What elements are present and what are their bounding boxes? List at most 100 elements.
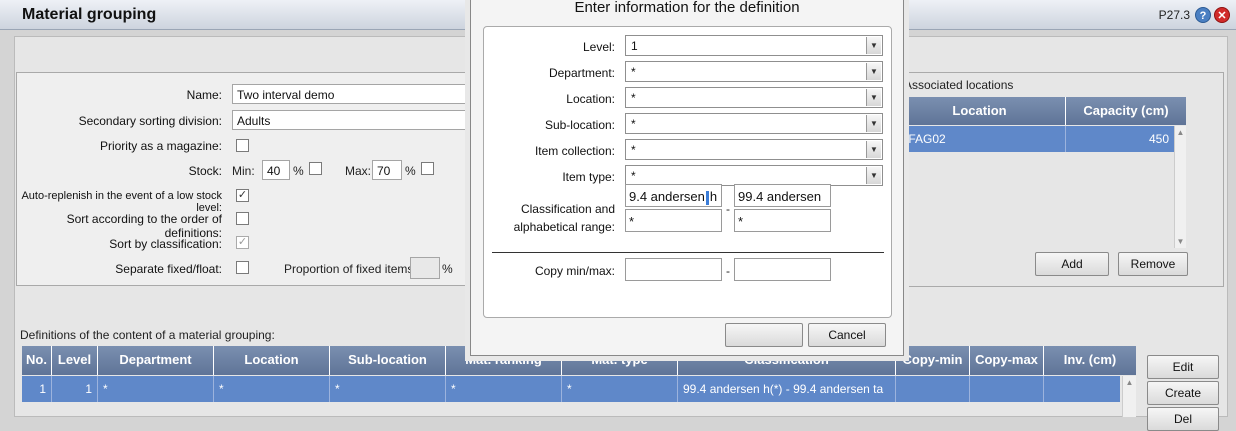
remove-location-button[interactable]: Remove [1118, 252, 1188, 276]
location-select[interactable]: * ▼ [625, 87, 883, 108]
column-sub-location[interactable]: Sub-location [330, 346, 446, 375]
column-capacity[interactable]: Capacity (cm) [1066, 97, 1186, 125]
column-inv[interactable]: Inv. (cm) [1044, 346, 1136, 375]
chevron-down-icon[interactable]: ▼ [866, 167, 881, 184]
col6-cell: * [446, 376, 562, 402]
stock-label: Stock: [188, 164, 222, 178]
locations-scrollbar[interactable]: ▲ ▼ [1174, 126, 1186, 248]
separate-checkbox[interactable] [236, 261, 249, 274]
sub-location-select[interactable]: * ▼ [625, 113, 883, 134]
dialog-content: Level: 1 ▼ Department: * ▼ Location: * ▼ Su… [483, 26, 892, 318]
copy-minmax-label: Copy min/max: [534, 264, 615, 278]
table-row[interactable]: 1 1 * * * * * 99.4 andersen h(*) - 99.4 … [22, 376, 1120, 402]
priority-checkbox[interactable] [236, 139, 249, 152]
item-collection-value: * [631, 143, 636, 157]
classification-from-suffix: h [709, 189, 718, 204]
locations-title: Associated locations [904, 78, 1014, 92]
classification-to-input[interactable]: 99.4 andersen [734, 184, 831, 207]
column-no[interactable]: No. [22, 346, 52, 375]
min-checkbox[interactable] [309, 162, 322, 175]
version-label: P27.3 [1158, 8, 1190, 22]
department-cell: * [98, 376, 214, 402]
proportion-input[interactable] [410, 257, 440, 279]
separate-label: Separate fixed/float: [115, 262, 222, 276]
sub-location-cell: * [330, 376, 446, 402]
scroll-up-icon[interactable]: ▲ [1123, 378, 1136, 387]
chevron-down-icon[interactable]: ▼ [866, 89, 881, 106]
secondary-sorting-label: Secondary sorting division: [78, 114, 222, 128]
column-level[interactable]: Level [52, 346, 98, 375]
sort-definitions-label: Sort according to the order of definitio… [66, 212, 222, 240]
copy-dash: - [726, 264, 730, 278]
add-location-button[interactable]: Add [1035, 252, 1109, 276]
chevron-down-icon[interactable]: ▼ [866, 63, 881, 80]
classification-label-line2: alphabetical range: [513, 220, 615, 234]
cancel-button[interactable]: Cancel [808, 323, 886, 347]
close-icon[interactable]: ✕ [1214, 7, 1230, 23]
stock-max-input[interactable]: 70 [372, 160, 402, 180]
delete-button[interactable]: Del [1147, 407, 1219, 431]
chevron-down-icon[interactable]: ▼ [866, 141, 881, 158]
copy-max-input[interactable] [734, 258, 831, 281]
dialog-title: Enter information for the definition [574, 0, 800, 16]
properties-panel [16, 72, 476, 286]
classification-label: Classification and alphabetical range: [484, 202, 615, 234]
sort-definitions-checkbox[interactable] [236, 212, 249, 225]
level-select[interactable]: 1 ▼ [625, 35, 883, 56]
table-row[interactable]: ØFAG02 450 [894, 126, 1174, 152]
ok-button[interactable] [725, 323, 803, 347]
help-icon[interactable]: ? [1195, 7, 1211, 23]
auto-replenish-checkbox[interactable]: ✓ [236, 189, 249, 202]
column-copy-max[interactable]: Copy-max [970, 346, 1044, 375]
item-collection-select[interactable]: * ▼ [625, 139, 883, 160]
classification-dash: - [726, 202, 730, 216]
column-copy-min[interactable]: Copy-min [896, 346, 970, 375]
sub-location-value: * [631, 117, 636, 131]
column-department[interactable]: Department [98, 346, 214, 375]
location-cell: ØFAG02 [894, 126, 1066, 152]
dialog-divider [492, 252, 884, 253]
level-cell: 1 [52, 376, 98, 402]
min-percent: % [293, 164, 304, 178]
classification-from-input[interactable]: 9.4 andersen h [625, 184, 722, 207]
level-value: 1 [631, 39, 638, 53]
department-label: Department: [548, 66, 615, 80]
col7-cell: * [562, 376, 678, 402]
classification-from-value: 9.4 andersen [629, 189, 705, 204]
classification-cell: 99.4 andersen h(*) - 99.4 andersen ta [678, 376, 896, 402]
copy-min-input[interactable] [625, 258, 722, 281]
copy-max-cell [970, 376, 1044, 402]
item-collection-label: Item collection: [534, 144, 615, 158]
auto-replenish-label: Auto-replenish in the event of a low sto… [21, 190, 222, 214]
chevron-down-icon[interactable]: ▼ [866, 115, 881, 132]
level-label: Level: [582, 40, 615, 54]
chevron-down-icon[interactable]: ▼ [866, 37, 881, 54]
inv-cell [1044, 376, 1120, 402]
item-type-select[interactable]: * ▼ [625, 165, 883, 186]
no-cell: 1 [22, 376, 52, 402]
definitions-scrollbar[interactable]: ▲ [1122, 376, 1136, 417]
priority-label: Priority as a magazine: [99, 139, 222, 153]
sort-classification-label: Sort by classification: [109, 237, 222, 251]
scroll-up-icon[interactable]: ▲ [1175, 128, 1186, 137]
proportion-percent: % [442, 262, 453, 276]
stock-min-input[interactable]: 40 [262, 160, 290, 180]
alphabetical-to-input[interactable]: * [734, 209, 831, 232]
location-label: Location: [566, 92, 615, 106]
capacity-cell: 450 [1148, 132, 1169, 146]
max-checkbox[interactable] [421, 162, 434, 175]
create-button[interactable]: Create [1147, 381, 1219, 405]
location-cell: * [214, 376, 330, 402]
classification-label-line1: Classification and [520, 202, 615, 216]
name-input[interactable]: Two interval demo [232, 84, 472, 104]
department-select[interactable]: * ▼ [625, 61, 883, 82]
sub-location-label: Sub-location: [544, 118, 615, 132]
column-location[interactable]: Location [894, 97, 1066, 125]
alphabetical-from-input[interactable]: * [625, 209, 722, 232]
scroll-down-icon[interactable]: ▼ [1175, 237, 1186, 246]
secondary-sorting-select[interactable]: Adults [232, 110, 472, 130]
department-value: * [631, 65, 636, 79]
column-location[interactable]: Location [214, 346, 330, 375]
edit-button[interactable]: Edit [1147, 355, 1219, 379]
max-label: Max: [345, 164, 372, 178]
